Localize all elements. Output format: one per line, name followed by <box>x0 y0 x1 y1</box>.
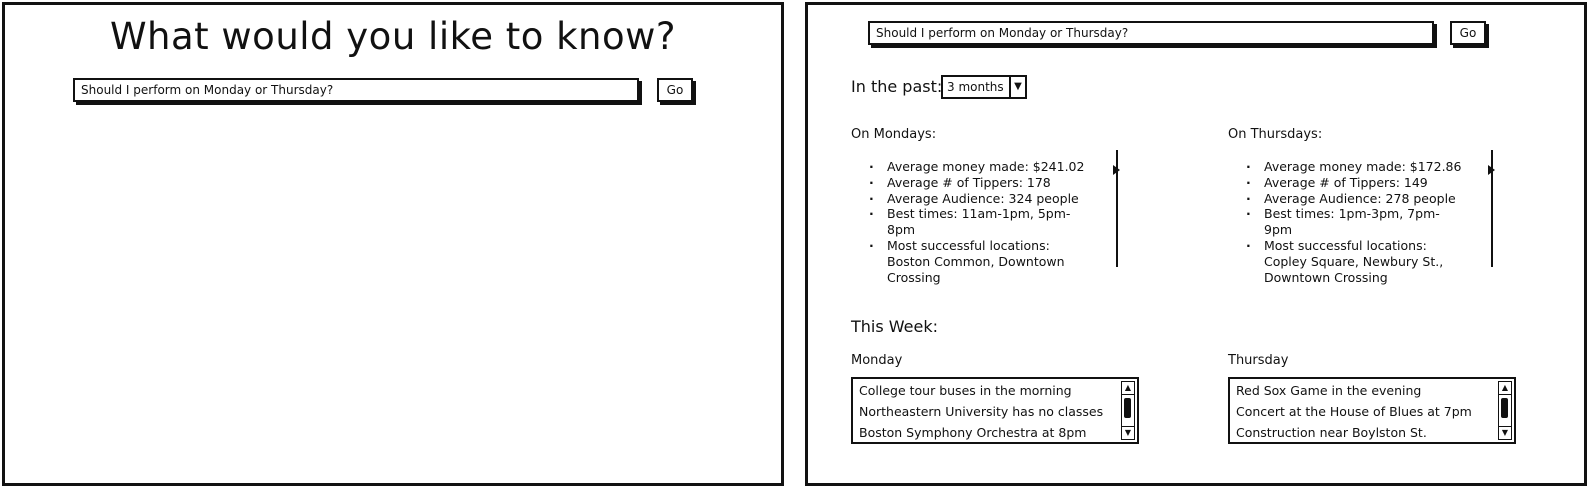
mondays-heading: On Mondays: <box>851 127 937 142</box>
scroll-up-icon[interactable]: ▲ <box>1122 382 1134 395</box>
range-select-value: 3 months <box>947 80 1004 94</box>
scroll-thumb[interactable] <box>1501 398 1508 418</box>
scroll-thumb[interactable] <box>1124 398 1131 418</box>
slider-handle[interactable] <box>1488 165 1495 175</box>
page-title: What would you like to know? <box>109 15 677 58</box>
list-item: Average Audience: 324 people <box>869 191 1089 207</box>
list-item: Average # of Tippers: 149 <box>1246 175 1466 191</box>
list-item[interactable]: Red Sox Game in the evening <box>1236 383 1421 399</box>
list-item[interactable]: Boston Symphony Orchestra at 8pm <box>859 425 1086 441</box>
search-input[interactable]: Should I perform on Monday or Thursday? <box>868 21 1434 45</box>
past-range-label: In the past: <box>851 77 943 96</box>
range-select[interactable]: 3 months ▼ <box>941 75 1027 99</box>
go-button[interactable]: Go <box>1450 21 1486 45</box>
list-item: Best times: 11am-1pm, 5pm-8pm <box>869 206 1089 238</box>
scrollbar[interactable]: ▲ ▼ <box>1121 381 1135 440</box>
mondays-stats-list: Average money made: $241.02 Average # of… <box>869 159 1089 285</box>
results-screen: Should I perform on Monday or Thursday? … <box>805 2 1587 486</box>
scroll-up-icon[interactable]: ▲ <box>1499 382 1511 395</box>
list-item: Most successful locations: Boston Common… <box>869 238 1089 285</box>
list-item[interactable]: Northeastern University has no classes <box>859 404 1103 420</box>
list-item: Average Audience: 278 people <box>1246 191 1466 207</box>
scrollbar[interactable]: ▲ ▼ <box>1498 381 1512 440</box>
thursdays-stats-list: Average money made: $172.86 Average # of… <box>1246 159 1466 285</box>
monday-events-list[interactable]: College tour buses in the morning Northe… <box>851 377 1139 444</box>
mondays-slider[interactable] <box>1113 150 1120 267</box>
scroll-down-icon[interactable]: ▼ <box>1499 426 1511 439</box>
thursday-heading: Thursday <box>1228 353 1289 368</box>
initial-query-screen: What would you like to know? Should I pe… <box>2 2 784 486</box>
list-item[interactable]: College tour buses in the morning <box>859 383 1072 399</box>
list-item: Best times: 1pm-3pm, 7pm-9pm <box>1246 206 1466 238</box>
list-item: Average money made: $241.02 <box>869 159 1089 175</box>
chevron-down-icon[interactable]: ▼ <box>1009 77 1025 97</box>
scroll-down-icon[interactable]: ▼ <box>1122 426 1134 439</box>
search-input[interactable]: Should I perform on Monday or Thursday? <box>73 78 639 102</box>
slider-handle[interactable] <box>1113 165 1120 175</box>
list-item[interactable]: Construction near Boylston St. <box>1236 425 1427 441</box>
list-item: Average # of Tippers: 178 <box>869 175 1089 191</box>
go-button[interactable]: Go <box>657 78 693 102</box>
this-week-label: This Week: <box>851 317 939 336</box>
monday-heading: Monday <box>851 353 903 368</box>
thursdays-heading: On Thursdays: <box>1228 127 1323 142</box>
list-item[interactable]: Concert at the House of Blues at 7pm <box>1236 404 1472 420</box>
thursdays-slider[interactable] <box>1488 150 1495 267</box>
list-item: Average money made: $172.86 <box>1246 159 1466 175</box>
list-item: Most successful locations: Copley Square… <box>1246 238 1466 285</box>
thursday-events-list[interactable]: Red Sox Game in the evening Concert at t… <box>1228 377 1516 444</box>
